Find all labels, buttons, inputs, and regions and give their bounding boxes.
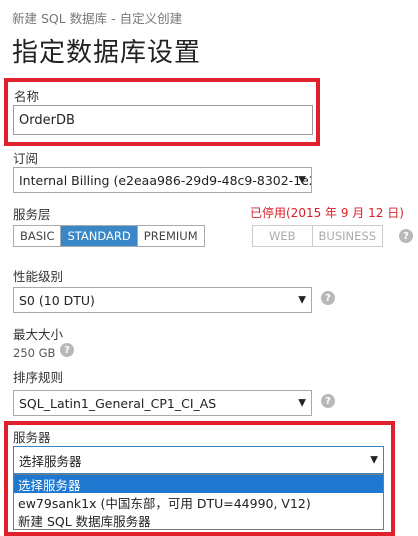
- server-option-new[interactable]: 新建 SQL 数据库服务器: [14, 511, 383, 529]
- subscription-select[interactable]: Internal Billing (e2eaa986-29d9-48c9-830…: [13, 167, 312, 193]
- server-select[interactable]: 选择服务器 ▼: [13, 446, 384, 474]
- chevron-down-icon: ▼: [298, 294, 306, 306]
- subscription-value: Internal Billing (e2eaa986-29d9-48c9-830…: [19, 172, 312, 188]
- performance-value: S0 (10 DTU): [19, 292, 95, 308]
- tier-basic-button[interactable]: BASIC: [14, 226, 62, 246]
- max-size-help-icon[interactable]: ?: [60, 343, 74, 357]
- chevron-down-icon: ▼: [298, 397, 306, 409]
- collation-select[interactable]: SQL_Latin1_General_CP1_CI_AS ▼: [13, 390, 312, 416]
- subscription-label: 订阅: [13, 151, 39, 166]
- performance-help-icon[interactable]: ?: [321, 291, 335, 305]
- tier-web-button: WEB: [253, 226, 313, 246]
- server-option-select[interactable]: 选择服务器: [14, 475, 383, 493]
- collation-value: SQL_Latin1_General_CP1_CI_AS: [19, 395, 217, 411]
- page-title: 指定数据库设置: [12, 38, 202, 68]
- performance-label: 性能级别: [13, 269, 64, 284]
- max-size-label: 最大大小: [13, 327, 64, 342]
- max-size-value: 250 GB: [13, 346, 56, 360]
- name-label: 名称: [14, 89, 40, 104]
- server-value: 选择服务器: [19, 453, 82, 469]
- service-tier-deprecated-segmented: WEB BUSINESS: [252, 225, 383, 247]
- service-tier-segmented: BASIC STANDARD PREMIUM: [13, 225, 205, 247]
- tier-premium-button[interactable]: PREMIUM: [137, 226, 204, 246]
- collation-help-icon[interactable]: ?: [321, 394, 335, 408]
- collation-label: 排序规则: [13, 370, 64, 385]
- server-dropdown-list: 选择服务器 ew79sank1x (中国东部，可用 DTU=44990, V12…: [13, 474, 384, 530]
- service-tier-label: 服务层: [13, 207, 51, 222]
- tier-standard-button[interactable]: STANDARD: [61, 226, 138, 246]
- service-tier-help-icon[interactable]: ?: [399, 229, 413, 243]
- deprecated-note: 已停用(2015 年 9 月 12 日): [250, 206, 404, 220]
- server-label: 服务器: [13, 430, 51, 445]
- performance-select[interactable]: S0 (10 DTU) ▼: [13, 287, 312, 313]
- tier-business-button: BUSINESS: [312, 226, 382, 246]
- chevron-down-icon: ▼: [370, 454, 378, 466]
- server-option-existing[interactable]: ew79sank1x (中国东部，可用 DTU=44990, V12): [14, 493, 383, 511]
- chevron-down-icon: ▼: [298, 174, 306, 186]
- name-input[interactable]: [13, 105, 313, 135]
- breadcrumb: 新建 SQL 数据库 - 自定义创建: [12, 11, 183, 26]
